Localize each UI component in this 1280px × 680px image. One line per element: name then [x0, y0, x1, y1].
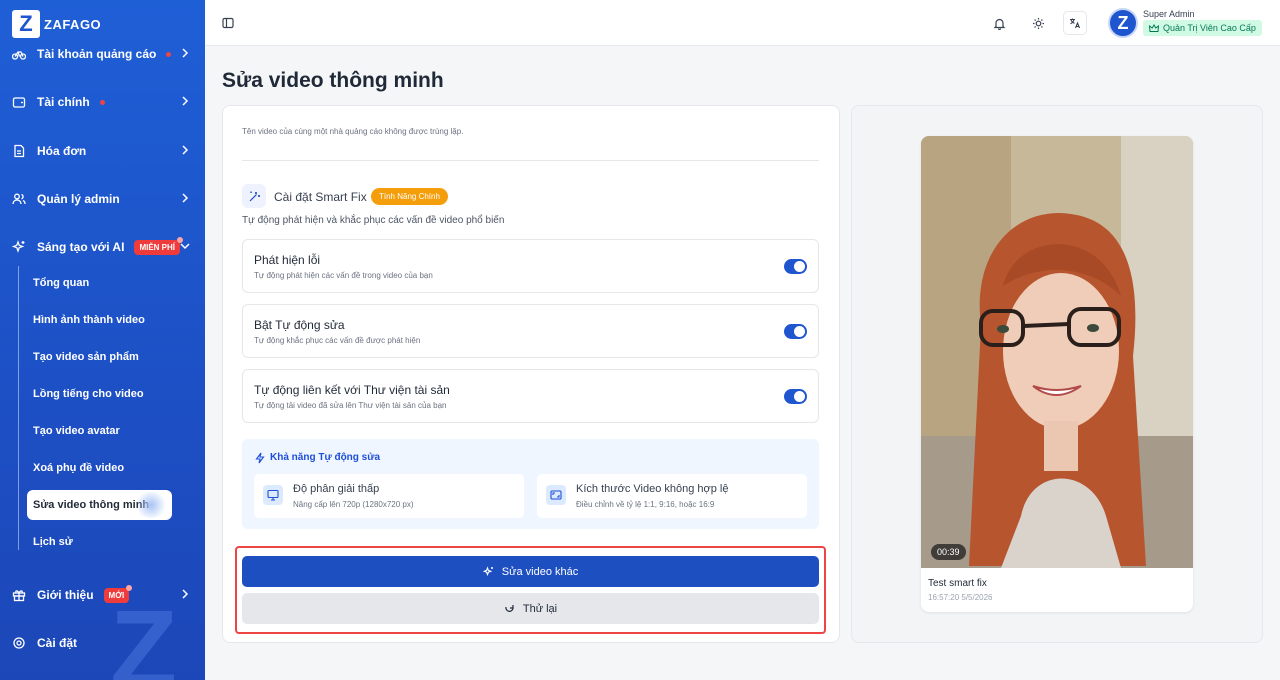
refresh-icon [505, 605, 514, 612]
option-description: Tự động khắc phục các vấn đề được phát h… [254, 336, 421, 345]
divider [242, 160, 819, 161]
crown-icon [1149, 23, 1159, 32]
button-label: Sửa video khác [501, 565, 579, 578]
video-card[interactable]: 00:39 Test smart fix 16:57:20 5/5/2026 [921, 136, 1193, 612]
bell-icon[interactable] [991, 15, 1007, 31]
auto-link-toggle[interactable] [784, 389, 807, 404]
bolt-icon [255, 452, 265, 464]
sidebar-item-finance[interactable]: Tài chính [0, 84, 205, 120]
notification-dot [166, 51, 172, 57]
sidebar-subitem-smart-fix[interactable]: Sửa video thông minh [27, 490, 172, 520]
bicycle-icon [12, 47, 26, 61]
sidebar-item-label: Sáng tạo với AI [37, 240, 125, 254]
users-icon [12, 192, 26, 206]
button-label: Thử lại [522, 602, 558, 615]
monitor-icon [263, 485, 283, 505]
video-thumbnail[interactable]: 00:39 [921, 136, 1193, 568]
sidebar-subitem-image-to-video[interactable]: Hình ảnh thành video [27, 305, 172, 335]
capability-description: Nâng cấp lên 720p (1280x720 px) [293, 500, 414, 509]
gift-icon [12, 588, 26, 602]
smart-fix-subtitle: Tự động phát hiện và khắc phục các vấn đ… [242, 215, 505, 226]
option-auto-fix: Bật Tự động sửa Tự động khắc phục các vấ… [242, 304, 819, 358]
chevron-down-icon [180, 243, 190, 250]
video-timestamp: 16:57:20 5/5/2026 [928, 593, 993, 602]
auto-fix-toggle[interactable] [784, 324, 807, 339]
sparkle-icon [12, 240, 26, 254]
chevron-right-icon [182, 145, 189, 155]
logo-mark: Z [12, 10, 40, 38]
sidebar-item-intro[interactable]: Giới thiệu MỚI [0, 577, 205, 613]
option-title: Phát hiện lỗi [254, 253, 321, 267]
sidebar-item-admin[interactable]: Quản lý admin [0, 181, 205, 217]
notification-dot [99, 99, 105, 105]
smart-fix-title: Cài đặt Smart Fix [274, 190, 367, 204]
sidebar-item-settings[interactable]: Cài đặt [0, 625, 205, 661]
sidebar-subitem-avatar-video[interactable]: Tạo video avatar [27, 416, 172, 446]
sidebar-subitem-voiceover[interactable]: Lồng tiếng cho video [27, 379, 172, 409]
sidebar-subitem-overview[interactable]: Tổng quan [27, 268, 172, 298]
submenu-line [18, 266, 19, 550]
brand-name: ZAFAGO [44, 16, 102, 32]
receipt-icon [12, 144, 26, 158]
role-badge: Quản Trị Viên Cao Cấp [1143, 20, 1262, 36]
chevron-right-icon [182, 96, 189, 106]
capability-low-resolution: Độ phân giải thấp Nâng cấp lên 720p (128… [254, 474, 524, 518]
wallet-icon [12, 95, 26, 109]
sparkle-icon [482, 566, 493, 577]
sidebar-subitem-product-video[interactable]: Tạo video sản phẩm [27, 342, 172, 372]
option-title: Bật Tự động sửa [254, 318, 345, 332]
video-duration: 00:39 [931, 544, 966, 560]
option-description: Tự động phát hiện các vấn đề trong video… [254, 271, 433, 280]
sidebar-item-label: Hóa đơn [37, 144, 87, 158]
role-label: Quản Trị Viên Cao Cấp [1163, 23, 1256, 33]
capabilities-title: Khả năng Tự động sửa [270, 452, 381, 463]
page-title: Sửa video thông minh [222, 69, 444, 92]
name-hint: Tên video của cùng một nhà quảng cáo khô… [242, 127, 464, 136]
sidebar-item-label: Quản lý admin [37, 192, 120, 206]
option-auto-link-library: Tự động liên kết với Thư viện tài sản Tự… [242, 369, 819, 423]
capabilities-box: Khả năng Tự động sửa Độ phân giải thấp N… [242, 439, 819, 529]
sidebar-toggle-icon[interactable] [220, 15, 236, 31]
sidebar-subitem-remove-subtitles[interactable]: Xoá phụ đề video [27, 453, 172, 483]
capability-description: Điều chỉnh về tỷ lệ 1:1, 9:16, hoặc 16:9 [576, 500, 715, 509]
sidebar-item-invoices[interactable]: Hóa đơn [0, 133, 205, 169]
video-title: Test smart fix [928, 578, 987, 589]
avatar[interactable]: Z [1108, 8, 1138, 38]
capability-title: Độ phân giải thấp [293, 483, 380, 495]
person-thumbnail-image [921, 136, 1193, 568]
new-badge: MỚI [103, 584, 132, 603]
sidebar-subitem-history[interactable]: Lịch sử [27, 527, 172, 557]
chevron-right-icon [182, 48, 189, 58]
sidebar-item-label: Cài đặt [37, 636, 78, 650]
theme-sun-icon[interactable] [1030, 15, 1046, 31]
sidebar-item-ad-accounts[interactable]: Tài khoản quảng cáo [0, 36, 205, 72]
brand-logo[interactable]: Z ZAFAGO [12, 10, 101, 38]
sidebar: Z ZAFAGO Tài khoản quảng cáo Tài chính H… [0, 0, 205, 680]
topbar: Z Super Admin Quản Trị Viên Cao Cấp [205, 0, 1280, 46]
sidebar-item-label: Tài chính [37, 95, 90, 109]
magic-wand-icon [242, 184, 266, 208]
free-badge: MIỄN PHÍ [134, 236, 183, 255]
capability-title: Kích thước Video không hợp lệ [576, 483, 729, 495]
chevron-right-icon [182, 589, 189, 599]
option-detect-errors: Phát hiện lỗi Tự động phát hiện các vấn … [242, 239, 819, 293]
sidebar-item-label: Tài khoản quảng cáo [37, 47, 157, 61]
user-name: Super Admin [1143, 9, 1195, 19]
aspect-ratio-icon [546, 485, 566, 505]
translate-icon[interactable] [1063, 11, 1087, 35]
gear-icon [12, 636, 26, 650]
capability-invalid-size: Kích thước Video không hợp lệ Điều chỉnh… [537, 474, 807, 518]
option-description: Tự động tải video đã sửa lên Thư viện tà… [254, 401, 447, 410]
option-title: Tự động liên kết với Thư viện tài sản [254, 383, 450, 397]
detect-errors-toggle[interactable] [784, 259, 807, 274]
chevron-right-icon [182, 193, 189, 203]
fix-another-video-button[interactable]: Sửa video khác [242, 556, 819, 587]
retry-button[interactable]: Thử lại [242, 593, 819, 624]
main-feature-badge: Tính Năng Chính [371, 188, 448, 205]
sidebar-item-label: Giới thiệu [37, 588, 94, 602]
sidebar-item-ai-creation[interactable]: Sáng tạo với AI MIỄN PHÍ [0, 229, 205, 265]
